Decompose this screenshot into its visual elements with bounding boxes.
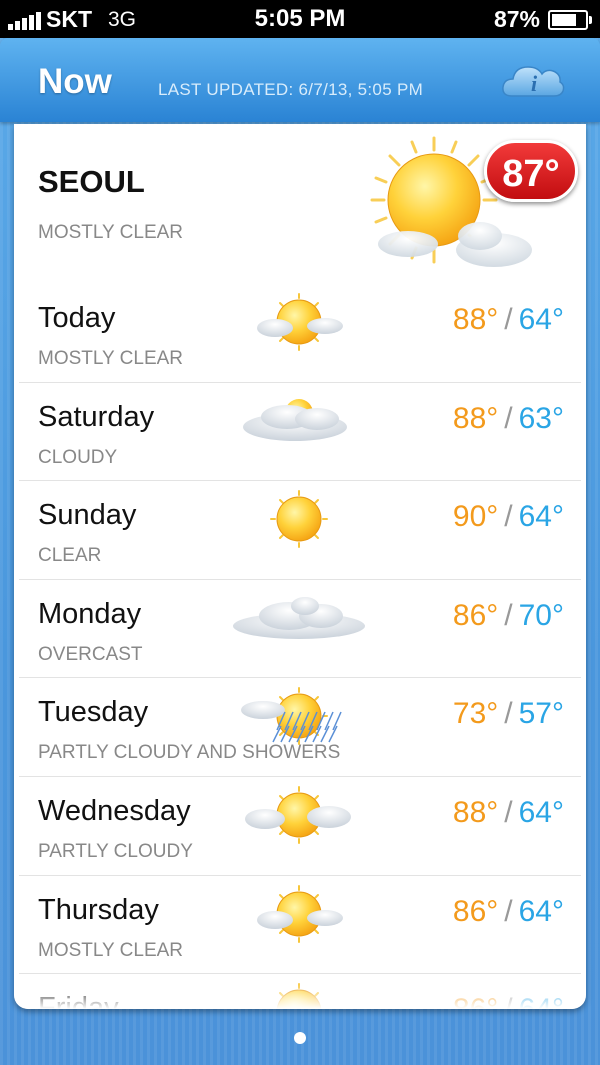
forecast-high: 88° (452, 795, 499, 829)
status-right: 87% (493, 6, 592, 33)
battery-fill (552, 13, 577, 26)
forecast-low: 64° (518, 500, 564, 534)
temp-separator: / (504, 894, 513, 928)
forecast-low: 64° (518, 795, 564, 829)
mostly-clear-icon (225, 292, 373, 352)
forecast-day: Tuesday (38, 696, 149, 729)
forecast-temps: 90°/64° (453, 500, 564, 534)
svg-text:i: i (531, 71, 538, 96)
forecast-list: Today MOSTLY CLEAR 88°/64° Saturday CLOUDY 88… (19, 284, 581, 1009)
app-screen: Now LAST UPDATED: 6/7/13, 5:05 PM i SEOU… (0, 38, 600, 1065)
temp-separator: / (504, 598, 513, 632)
forecast-condition: MOSTLY CLEAR (38, 348, 184, 369)
forecast-low: 63° (518, 401, 564, 435)
forecast-condition: CLOUDY (38, 446, 118, 468)
current-temp-badge: 87° (484, 140, 578, 202)
forecast-low: 64° (518, 894, 564, 928)
temp-separator: / (504, 303, 513, 336)
forecast-row: Today MOSTLY CLEAR 88°/64° (19, 284, 581, 383)
status-bar: SKT 3G 5:05 PM 87% (0, 0, 600, 38)
forecast-day: Saturday (38, 400, 155, 433)
forecast-row: Sunday CLEAR 90°/64° (19, 481, 581, 580)
overcast-icon (225, 588, 373, 648)
cloudy-icon (225, 391, 373, 451)
forecast-row: Tuesday PARTLY CLOUDY AND SHOWERS 73°/57° (19, 678, 581, 777)
forecast-temps: 86°/70° (453, 599, 564, 633)
forecast-temps: 88°/63° (453, 402, 564, 436)
weather-card: SEOUL MOSTLY CLEAR 87° Today MOSTLY CLEA… (14, 124, 586, 1009)
forecast-temps: 88°/64° (453, 303, 564, 337)
last-updated-label: LAST UPDATED: 6/7/13, 5:05 PM (158, 80, 424, 99)
temp-separator: / (504, 500, 513, 534)
forecast-day: Thursday (38, 893, 159, 926)
sun-icon (225, 489, 373, 549)
forecast-temps: 88°/64° (453, 796, 564, 830)
battery-percent: 87% (493, 6, 540, 32)
current-condition: MOSTLY CLEAR (38, 222, 184, 243)
forecast-day: Monday (38, 597, 142, 630)
forecast-row: Monday OVERCAST 86°/70° (19, 580, 581, 679)
forecast-temps: 73°/57° (453, 697, 564, 731)
forecast-low: 70° (518, 598, 564, 632)
forecast-condition: MOSTLY CLEAR (38, 939, 184, 961)
showers-icon (225, 686, 373, 746)
mostly-clear-icon (225, 884, 373, 944)
header-bar: Now LAST UPDATED: 6/7/13, 5:05 PM i (0, 38, 600, 122)
forecast-low: 57° (518, 697, 564, 731)
city-name: SEOUL (38, 164, 145, 199)
forecast-high: 86° (452, 894, 499, 928)
partly-cloudy-icon (225, 785, 373, 845)
page-indicator-dot[interactable] (294, 1032, 306, 1044)
forecast-high: 88° (452, 401, 499, 435)
temp-separator: / (504, 697, 513, 731)
forecast-high: 88° (452, 303, 499, 336)
cloud-info-icon[interactable]: i (500, 58, 566, 102)
forecast-row: Wednesday PARTLY CLOUDY 88°/64° (19, 777, 581, 876)
forecast-day: Today (38, 302, 116, 334)
forecast-high: 86° (452, 598, 499, 632)
battery-icon (548, 9, 592, 30)
temp-separator: / (504, 795, 513, 829)
forecast-high: 73° (452, 697, 499, 731)
forecast-row: Saturday CLOUDY 88°/63° (19, 383, 581, 482)
forecast-temps: 86°/64° (453, 895, 564, 929)
header-title: Now (38, 62, 112, 101)
forecast-day: Wednesday (38, 794, 191, 827)
forecast-condition: OVERCAST (38, 643, 143, 665)
forecast-condition: CLEAR (38, 545, 102, 567)
forecast-high: 90° (452, 500, 499, 534)
forecast-row: Thursday MOSTLY CLEAR 86°/64° (19, 876, 581, 975)
temp-separator: / (504, 401, 513, 435)
forecast-day: Sunday (38, 499, 137, 532)
scroll-fade (14, 981, 586, 1009)
forecast-condition: PARTLY CLOUDY (38, 840, 193, 862)
forecast-low: 64° (518, 303, 564, 336)
